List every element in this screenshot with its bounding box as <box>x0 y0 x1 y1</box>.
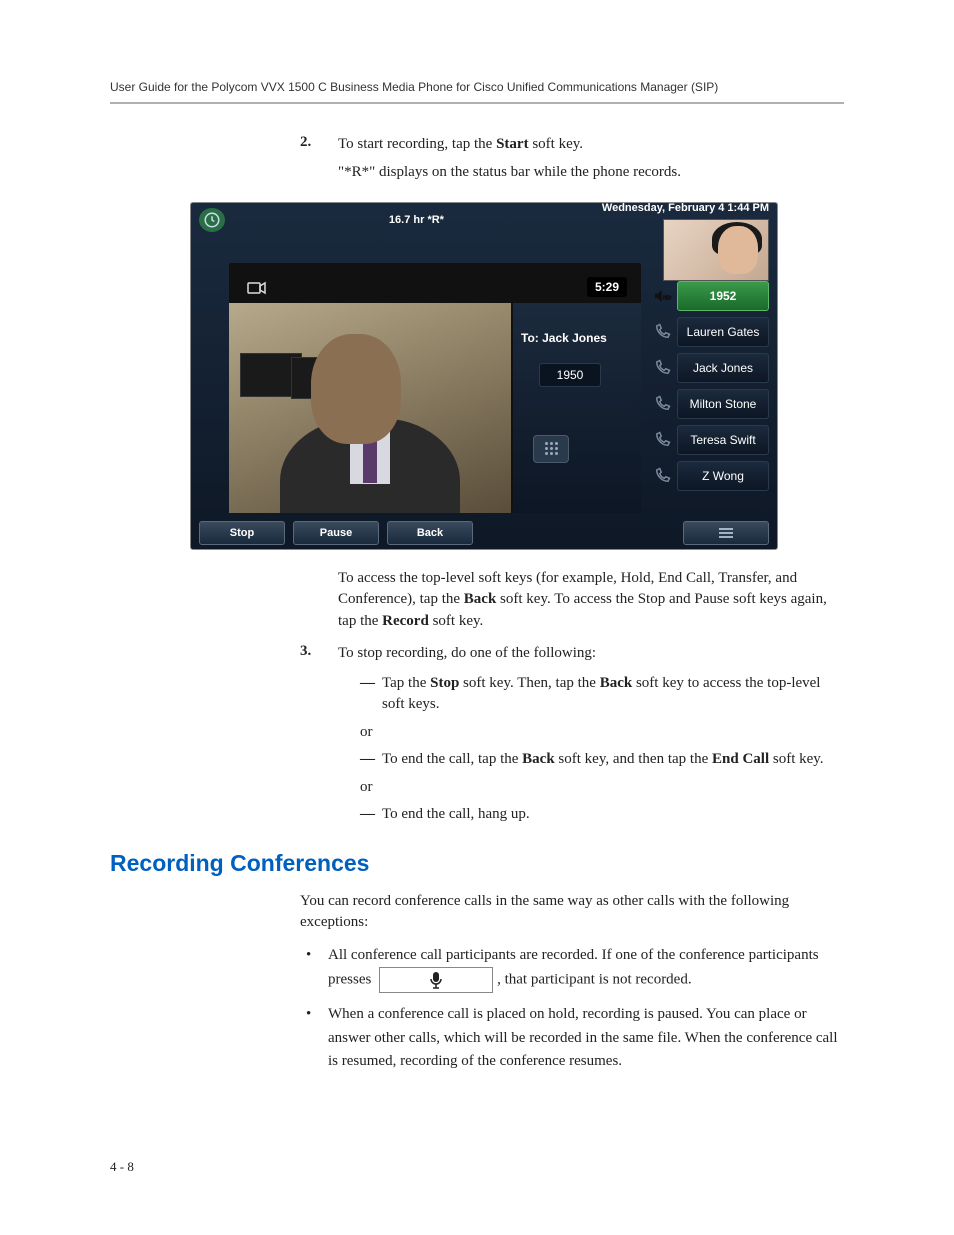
handset-icon <box>651 393 673 415</box>
dash-icon: — <box>360 749 375 771</box>
contact-active-label: 1952 <box>677 281 769 311</box>
call-main-panel: 5:29 To: Jack Jones 1950 <box>229 263 641 513</box>
softkey-back[interactable]: Back <box>387 521 473 545</box>
handset-icon <box>651 321 673 343</box>
video-camera-icon <box>247 281 267 300</box>
clock-icon <box>199 208 225 232</box>
option-a: — Tap the Stop soft key. Then, tap the B… <box>360 673 844 717</box>
text: To start recording, tap the <box>338 136 496 152</box>
dash-icon: — <box>360 804 375 826</box>
contact-label: Milton Stone <box>677 389 769 419</box>
dots-icon <box>545 442 558 455</box>
softkey-menu[interactable] <box>683 521 769 545</box>
step-list: 2. To start recording, tap the Start sof… <box>300 134 844 184</box>
text-block: To access the top-level soft keys (for e… <box>338 568 844 633</box>
text: To end the call, tap the <box>382 751 522 767</box>
conf-bullet-1: • All conference call participants are r… <box>300 944 844 993</box>
after-figure-text: To access the top-level soft keys (for e… <box>300 568 844 826</box>
contact-label: Teresa Swift <box>677 425 769 455</box>
bullet-icon: • <box>306 944 311 967</box>
softkey-stop[interactable]: Stop <box>199 521 285 545</box>
page: User Guide for the Polycom VVX 1500 C Bu… <box>0 0 954 1235</box>
phone-screen: 16.7 hr *R* Wednesday, February 4 1:44 P… <box>190 202 778 550</box>
softkey-bar: Stop Pause Back <box>191 517 777 549</box>
text-bold: Back <box>464 591 497 607</box>
contact-label: Jack Jones <box>677 353 769 383</box>
contact-item[interactable]: Teresa Swift <box>651 425 769 455</box>
call-timer: 5:29 <box>587 277 627 297</box>
option-c: — To end the call, hang up. <box>360 804 844 826</box>
text: When a conference call is placed on hold… <box>328 1006 838 1069</box>
contact-label: Z Wong <box>677 461 769 491</box>
step-3: 3. To stop recording, do one of the foll… <box>300 643 844 826</box>
option-b: — To end the call, tap the Back soft key… <box>360 749 844 771</box>
text: soft key, and then tap the <box>555 751 712 767</box>
text: Tap the <box>382 675 430 691</box>
handset-icon <box>651 429 673 451</box>
figure-phone-screenshot: 16.7 hr *R* Wednesday, February 4 1:44 P… <box>190 202 844 550</box>
contact-item[interactable]: Jack Jones <box>651 353 769 383</box>
softkey-pause[interactable]: Pause <box>293 521 379 545</box>
or-separator: or <box>360 724 844 741</box>
text: soft key. <box>429 613 483 629</box>
keypad-icon[interactable] <box>533 435 569 463</box>
mute-button-image <box>379 967 493 993</box>
text: soft key. Then, tap the <box>459 675 599 691</box>
text-bold: End Call <box>712 751 769 767</box>
video-remote-person <box>229 303 511 513</box>
step-2-line2: "*R*" displays on the status bar while t… <box>338 162 844 184</box>
conf-intro: You can record conference calls in the s… <box>300 891 844 935</box>
after-figure-para: To access the top-level soft keys (for e… <box>300 568 844 633</box>
step-3-options: — Tap the Stop soft key. Then, tap the B… <box>360 673 844 717</box>
step-3-options: — To end the call, tap the Back soft key… <box>360 749 844 771</box>
step-2-line1: To start recording, tap the Start soft k… <box>338 134 844 156</box>
step-3-number: 3. <box>300 643 311 660</box>
contact-label: Lauren Gates <box>677 317 769 347</box>
call-info-panel: To: Jack Jones 1950 <box>513 303 641 513</box>
text: , that participant is not recorded. <box>497 972 692 988</box>
call-to-ext: 1950 <box>539 363 601 387</box>
svg-text:HD: HD <box>663 295 671 301</box>
contact-active[interactable]: HD 1952 <box>651 281 769 311</box>
status-date: Wednesday, February 4 1:44 PM <box>602 202 769 214</box>
person-head <box>311 334 401 444</box>
bullet-icon: • <box>306 1003 311 1026</box>
contact-item[interactable]: Z Wong <box>651 461 769 491</box>
hd-audio-icon: HD <box>651 285 673 307</box>
dash-icon: — <box>360 673 375 695</box>
contacts-side-list: HD 1952 Lauren Gates Jack Jones <box>651 281 769 497</box>
self-view-pip <box>663 219 769 281</box>
step-2: 2. To start recording, tap the Start sof… <box>300 134 844 184</box>
step-3-options: — To end the call, hang up. <box>360 804 844 826</box>
contact-item[interactable]: Lauren Gates <box>651 317 769 347</box>
text-bold: Back <box>600 675 633 691</box>
text-bold: Stop <box>430 675 459 691</box>
status-text: 16.7 hr *R* <box>231 214 602 226</box>
page-number: 4 - 8 <box>110 1159 134 1175</box>
call-to-label: To: Jack Jones <box>521 331 633 345</box>
conf-bullets: • All conference call participants are r… <box>300 944 844 1073</box>
text: To end the call, hang up. <box>382 806 530 822</box>
text-bold: Back <box>522 751 555 767</box>
text: soft key. <box>769 751 823 767</box>
avatar-face <box>718 226 758 274</box>
conf-bullet-2: • When a conference call is placed on ho… <box>300 1003 844 1073</box>
running-header: User Guide for the Polycom VVX 1500 C Bu… <box>110 80 844 104</box>
or-separator: or <box>360 779 844 796</box>
text: soft key. <box>529 136 583 152</box>
handset-icon <box>651 465 673 487</box>
contact-item[interactable]: Milton Stone <box>651 389 769 419</box>
text-bold: Start <box>496 136 529 152</box>
step-3-intro: To stop recording, do one of the followi… <box>338 643 844 665</box>
text-bold: Record <box>382 613 429 629</box>
handset-icon <box>651 357 673 379</box>
section-heading-recording-conferences: Recording Conferences <box>110 850 844 877</box>
step-2-number: 2. <box>300 134 311 151</box>
